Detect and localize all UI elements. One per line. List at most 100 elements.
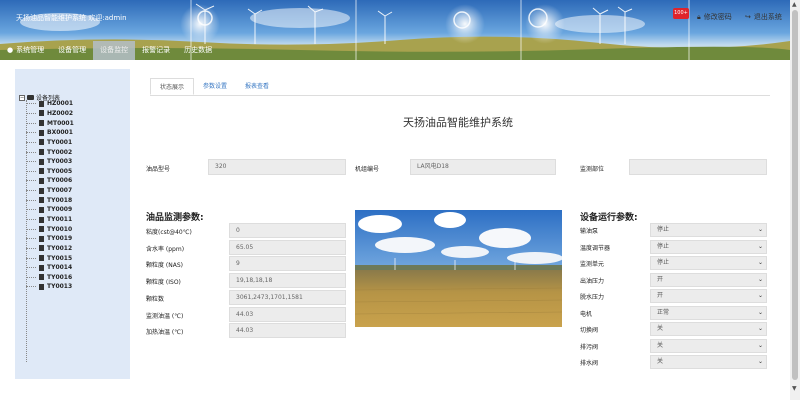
- device-param-select[interactable]: 停止 ⌄: [650, 223, 767, 237]
- monitor-part-label: 监测部位: [580, 166, 605, 173]
- oil-param-value[interactable]: 0: [229, 223, 346, 238]
- tree-item[interactable]: TY0018: [26, 195, 74, 205]
- oil-param-value[interactable]: 9: [229, 256, 346, 272]
- notification-badge[interactable]: 100+: [673, 8, 689, 19]
- tree-item-label: TY0013: [47, 283, 73, 291]
- nav-item-monitor[interactable]: 设备监控: [93, 41, 136, 60]
- device-param-select[interactable]: 开 ⌄: [650, 272, 767, 287]
- tree-item[interactable]: TY0006: [26, 176, 74, 186]
- tree-item[interactable]: TY0012: [26, 244, 74, 254]
- tree-item-label: TY0006: [47, 177, 73, 185]
- nav-item-label: 设备管理: [58, 46, 87, 54]
- select-value: 停止: [657, 259, 670, 266]
- tree-item-label: TY0011: [47, 216, 73, 223]
- oil-param-label: 颗粒度 (NAS): [146, 262, 183, 270]
- oil-param-value[interactable]: 44.03: [229, 323, 346, 339]
- select-value: 开: [657, 292, 664, 299]
- file-icon: [39, 255, 44, 262]
- device-param-select[interactable]: 关 ⌄: [650, 338, 767, 353]
- lock-icon: 🔒︎: [697, 12, 701, 21]
- tree-item[interactable]: TY0002: [26, 147, 74, 157]
- tree-item[interactable]: MT0001: [26, 118, 74, 128]
- nav-item-label: 报警记录: [142, 46, 171, 54]
- file-icon: [39, 245, 44, 252]
- tree-item-label: BX0001: [47, 129, 73, 137]
- wind-farm-photo: [355, 210, 562, 327]
- file-icon: [39, 226, 44, 233]
- device-param-select[interactable]: 停止 ⌄: [650, 256, 767, 270]
- device-param-select[interactable]: 正常 ⌄: [650, 305, 767, 320]
- select-value: 关: [657, 341, 664, 349]
- file-icon: [39, 100, 44, 107]
- file-icon: [39, 110, 44, 117]
- tree-item[interactable]: TY0016: [26, 273, 74, 283]
- tree-item[interactable]: TY0019: [26, 234, 74, 244]
- file-icon: [39, 216, 44, 223]
- tree-item[interactable]: TY0003: [26, 157, 74, 167]
- tree-item[interactable]: TY0010: [26, 224, 74, 234]
- tree-item[interactable]: TY0015: [26, 253, 74, 263]
- tab-params[interactable]: 参数设置: [194, 78, 236, 95]
- oil-param-label: 加热油温 (℃): [146, 329, 184, 337]
- tree-item-label: TY0016: [47, 273, 73, 281]
- file-icon: [39, 235, 44, 242]
- device-param-label: 输油泵: [580, 228, 599, 235]
- tree-item[interactable]: TY0005: [26, 166, 74, 176]
- collapse-icon[interactable]: −: [19, 94, 25, 101]
- nav-item-system[interactable]: ● 系统管理: [0, 41, 51, 60]
- logout-link[interactable]: ↪ 退出系统: [745, 12, 782, 22]
- oil-model-label: 油品型号: [146, 166, 171, 173]
- tree-item[interactable]: TY0009: [26, 205, 74, 215]
- tree-item[interactable]: TY0011: [26, 215, 74, 225]
- tree-item-label: TY0009: [47, 206, 73, 214]
- nav-item-devices[interactable]: 设备管理: [51, 41, 93, 60]
- tree-item-label: HZ0001: [47, 100, 74, 108]
- scroll-down-arrow-icon[interactable]: ▼: [792, 385, 797, 392]
- oil-param-value[interactable]: 3061,2473,1701,1581: [229, 289, 346, 305]
- file-icon: [39, 274, 44, 281]
- monitor-part-field[interactable]: [629, 159, 767, 175]
- tree-item[interactable]: TY0013: [26, 282, 74, 292]
- oil-param-value[interactable]: 44.03: [229, 306, 346, 322]
- tab-status[interactable]: 状态展示: [150, 78, 195, 95]
- scroll-thumb[interactable]: [792, 10, 798, 380]
- device-param-select[interactable]: 关 ⌄: [650, 322, 767, 336]
- exit-icon: ↪: [745, 13, 751, 21]
- tree-item-label: TY0010: [47, 225, 73, 233]
- file-icon: [39, 197, 44, 204]
- scroll-up-arrow-icon[interactable]: ▲: [792, 1, 797, 8]
- page-scrollbar[interactable]: ▲ ▼: [790, 0, 800, 400]
- tree-item-label: TY0015: [47, 254, 73, 262]
- chevron-down-icon: ⌄: [757, 226, 763, 233]
- tree-item-label: TY0005: [47, 167, 73, 175]
- device-param-select[interactable]: 开 ⌄: [650, 289, 767, 303]
- tree-item-label: TY0018: [47, 196, 73, 204]
- unit-id-field[interactable]: LA风电D18: [410, 159, 556, 175]
- tree-item-label: TY0014: [47, 264, 73, 272]
- tab-reports[interactable]: 报表查看: [236, 78, 278, 95]
- tab-bar: 状态展示 参数设置 报表查看: [150, 78, 278, 95]
- file-icon: [39, 120, 44, 127]
- oil-param-label: 监测油温 (℃): [146, 312, 184, 320]
- tree-item[interactable]: HZ0001: [26, 99, 74, 109]
- nav-item-label: 系统管理: [16, 46, 45, 54]
- tree-item[interactable]: HZ0002: [26, 109, 74, 119]
- file-icon: [39, 283, 44, 290]
- oil-param-label: 颗粒数: [146, 295, 165, 303]
- tree-item[interactable]: TY0014: [26, 263, 74, 273]
- oil-model-field[interactable]: 320: [208, 159, 346, 175]
- tree-item[interactable]: TY0001: [26, 138, 74, 148]
- oil-param-value[interactable]: 65.05: [229, 239, 346, 255]
- change-password-link[interactable]: 🔒︎ 修改密码: [697, 12, 732, 22]
- select-value: 关: [657, 358, 664, 365]
- device-param-select[interactable]: 关 ⌄: [650, 355, 767, 369]
- nav-item-alarms[interactable]: 报警记录: [135, 41, 177, 60]
- select-value: 正常: [657, 308, 670, 316]
- home-icon: ●: [7, 46, 14, 54]
- oil-param-value[interactable]: 19,18,18,18: [229, 273, 346, 289]
- oil-param-label: 含水率 (ppm): [146, 245, 185, 253]
- tree-item[interactable]: TY0007: [26, 186, 74, 196]
- tree-item[interactable]: BX0001: [26, 128, 74, 138]
- nav-item-history[interactable]: 历史数据: [177, 41, 219, 60]
- device-param-select[interactable]: 停止 ⌄: [650, 239, 767, 254]
